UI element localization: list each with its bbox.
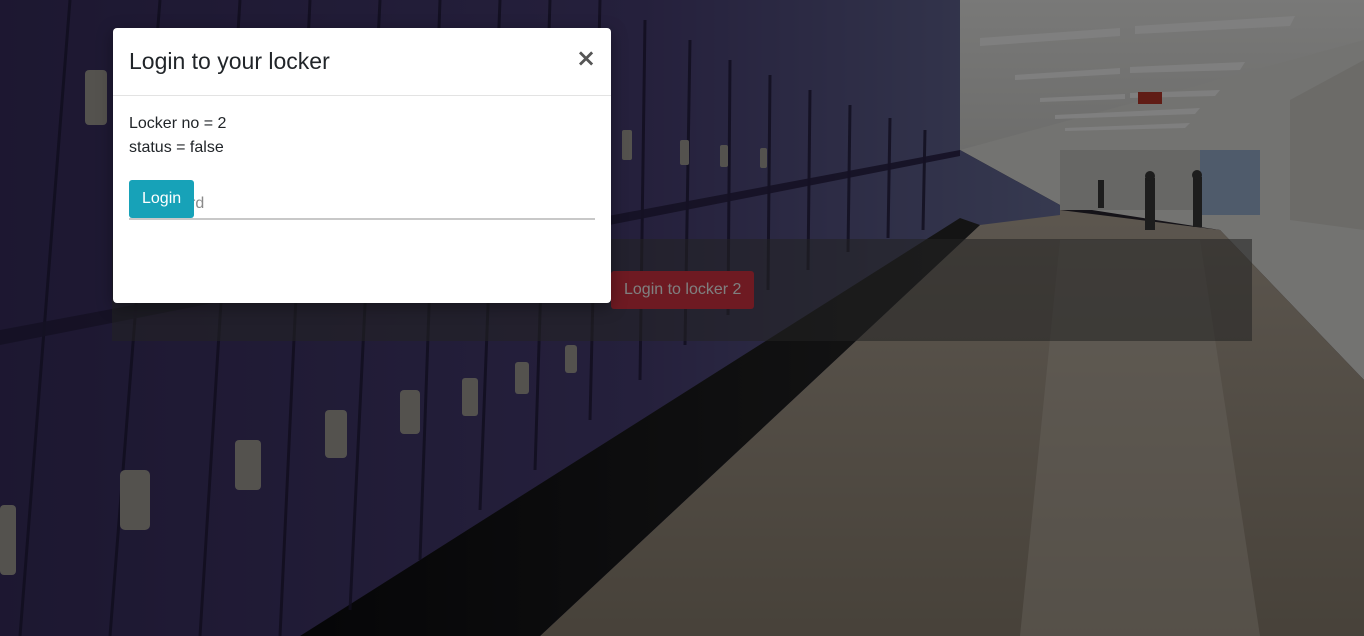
password-input[interactable] xyxy=(129,192,595,216)
close-icon[interactable]: × xyxy=(573,42,599,74)
login-modal: Login to your locker × Locker no = 2 sta… xyxy=(113,28,611,303)
login-button[interactable]: Login xyxy=(129,180,195,218)
password-field-wrapper xyxy=(129,192,595,220)
locker-status-text: status = false xyxy=(129,139,224,156)
app-screen: Login to locker 2 Login to your locker ×… xyxy=(0,0,1364,636)
locker-number-text: Locker no = 2 xyxy=(129,115,227,132)
modal-header: Login to your locker × xyxy=(113,28,611,96)
modal-title: Login to your locker xyxy=(129,48,330,74)
